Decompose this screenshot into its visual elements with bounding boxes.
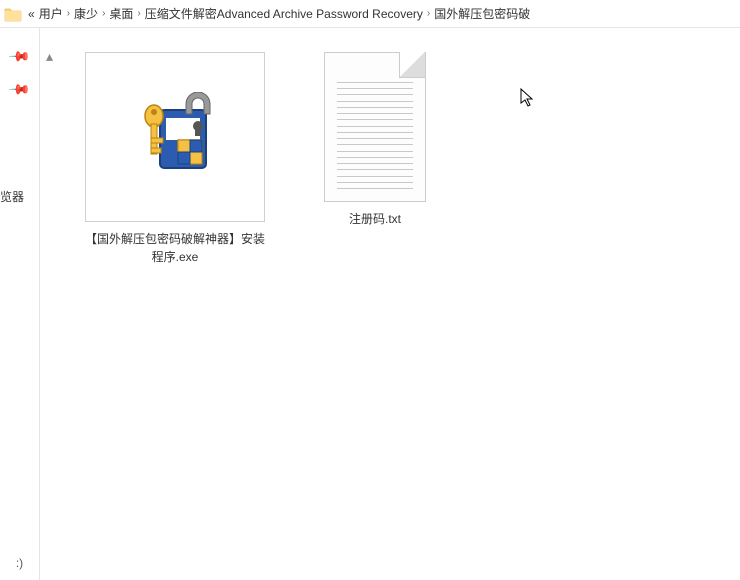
breadcrumb[interactable]: « 用户 › 康少 › 桌面 › 压缩文件解密Advanced Archive … [28, 5, 530, 22]
file-item[interactable]: 【国外解压包密码破解神器】安装程序.exe [80, 52, 270, 266]
txt-thumbnail [324, 52, 426, 202]
chevron-right-icon: › [137, 8, 140, 19]
file-content-area[interactable]: ▴ [40, 28, 740, 580]
text-lines-icon [337, 82, 413, 189]
file-label: 【国外解压包密码破解神器】安装程序.exe [80, 230, 270, 266]
file-item[interactable]: 注册码.txt [310, 52, 440, 266]
chevron-right-icon: › [102, 8, 105, 19]
pin-icon[interactable]: 📌 [7, 77, 31, 101]
left-rail: 📌 📌 览器 :) [0, 28, 40, 580]
breadcrumb-item[interactable]: 桌面 [109, 5, 133, 22]
collapse-arrow-icon[interactable]: ▴ [46, 48, 53, 65]
chevron-right-icon: › [67, 8, 70, 19]
breadcrumb-item[interactable]: 用户 [39, 5, 63, 22]
exe-thumbnail [85, 52, 265, 222]
status-face: :) [0, 556, 39, 570]
breadcrumb-bar: « 用户 › 康少 › 桌面 › 压缩文件解密Advanced Archive … [0, 0, 740, 28]
file-label: 注册码.txt [349, 210, 401, 228]
breadcrumb-item[interactable]: 压缩文件解密Advanced Archive Password Recovery [145, 5, 423, 22]
main-area: 📌 📌 览器 :) ▴ [0, 28, 740, 580]
breadcrumb-item[interactable]: 国外解压包密码破 [434, 5, 530, 22]
chevron-right-icon: › [427, 8, 430, 19]
pin-icon[interactable]: 📌 [7, 44, 31, 68]
breadcrumb-overflow[interactable]: « [28, 7, 35, 21]
folder-icon [4, 5, 22, 23]
page-fold-icon [399, 52, 425, 78]
nav-pane-label: 览器 [0, 188, 40, 205]
app-icon [130, 92, 220, 182]
breadcrumb-item[interactable]: 康少 [74, 5, 98, 22]
